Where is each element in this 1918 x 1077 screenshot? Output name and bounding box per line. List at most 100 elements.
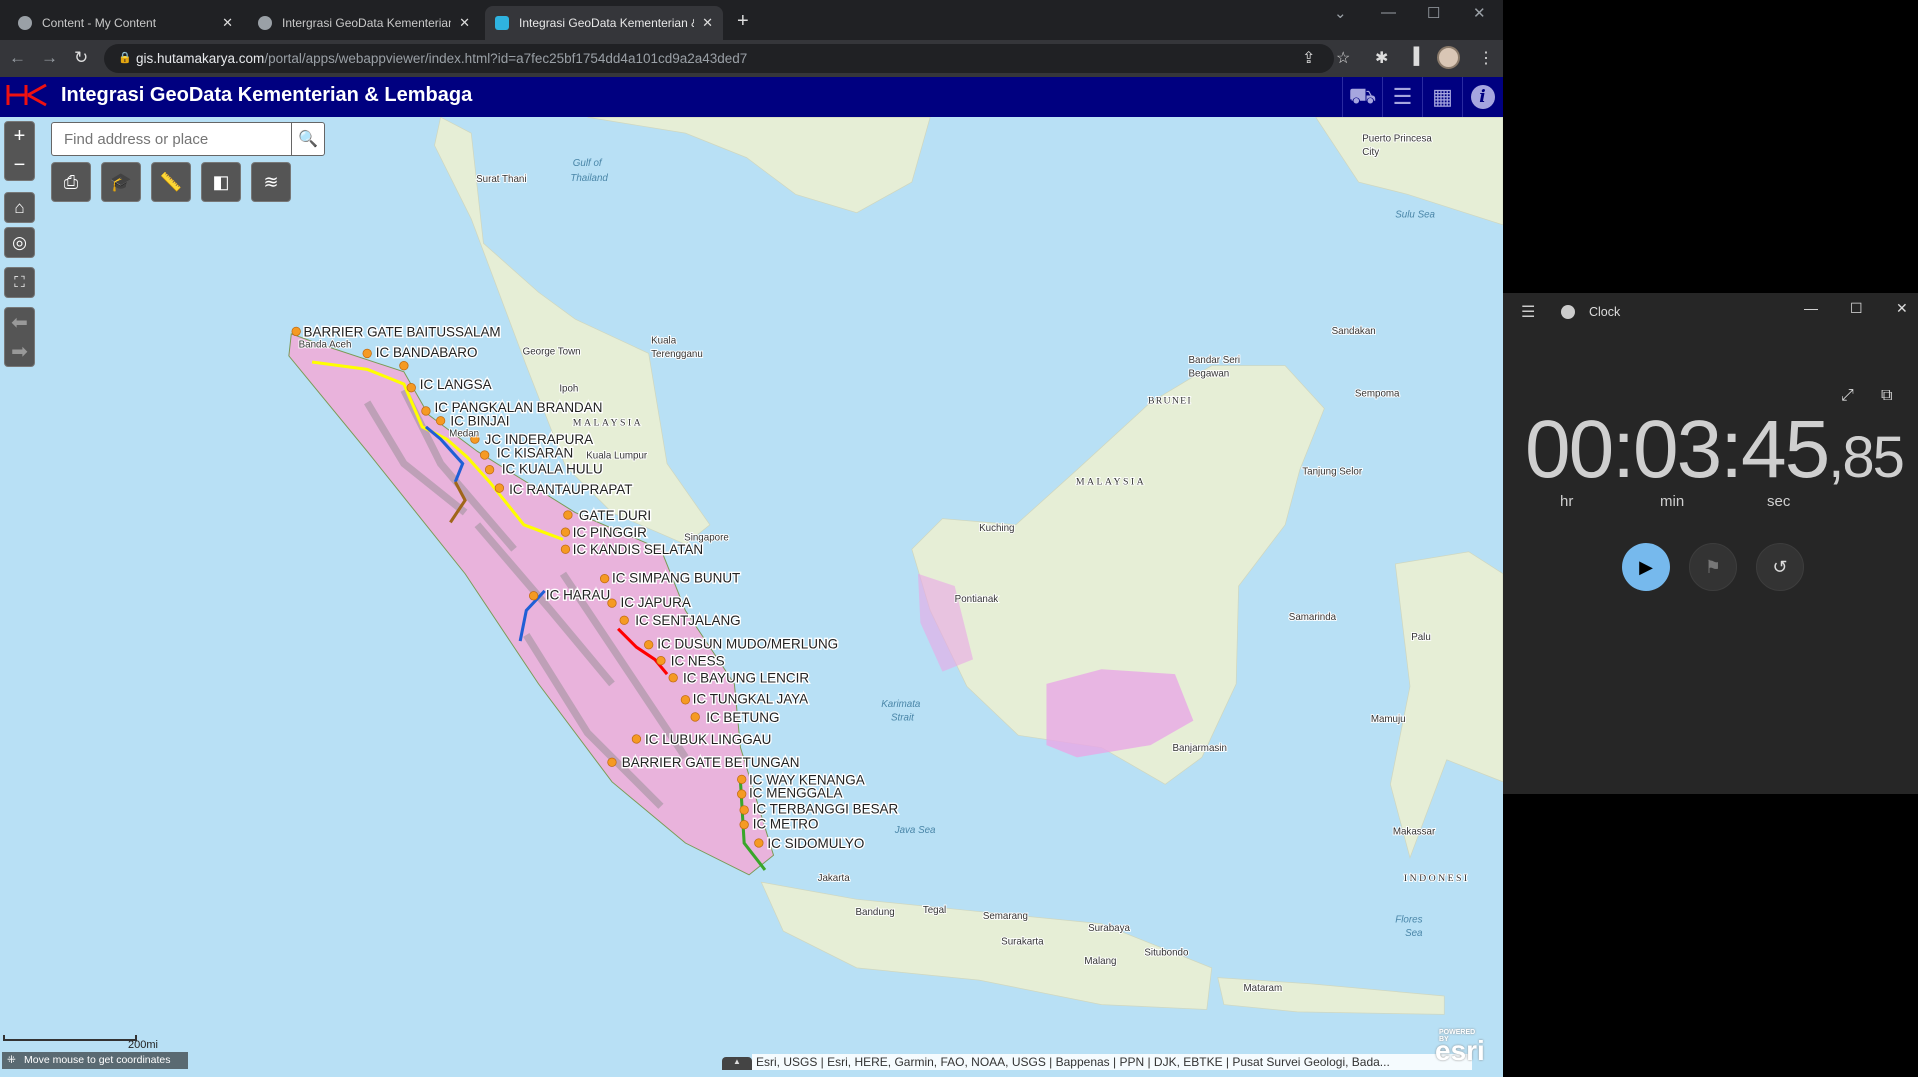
place-label: Situbondo xyxy=(1144,948,1189,959)
zoom-in-button[interactable]: + xyxy=(14,125,26,148)
search-input[interactable] xyxy=(52,123,292,155)
locate-button[interactable]: ◎ xyxy=(4,227,35,258)
reset-icon: ↺ xyxy=(1772,556,1788,577)
menu-kebab-icon[interactable]: ⋮ xyxy=(1478,48,1494,68)
tab-integrasi-active[interactable]: Integrasi GeoData Kementerian & Lembaga✕ xyxy=(485,6,723,40)
lap-button[interactable]: ⚑ xyxy=(1689,543,1737,591)
toll-label: IC BANDABARO xyxy=(376,345,478,360)
bookmark-star-icon[interactable]: ☆ xyxy=(1336,48,1350,68)
app-title: Integrasi GeoData Kementerian & Lembaga xyxy=(61,84,473,106)
water-label: Strait xyxy=(891,713,915,724)
place-label: Mamuju xyxy=(1371,714,1406,725)
attribution-toggle[interactable]: ▲ xyxy=(722,1057,752,1070)
water-label: Karimata xyxy=(881,699,921,710)
clock-close-button[interactable]: ✕ xyxy=(1896,300,1908,317)
add-data-button[interactable]: ⛟ xyxy=(1342,77,1382,117)
legend-button[interactable]: ☰ xyxy=(1382,77,1422,117)
tab-search-icon[interactable]: ⌄ xyxy=(1334,4,1347,22)
tab-content[interactable]: Content - My Content ✕ xyxy=(8,6,243,40)
country-label: MALAYSIA xyxy=(573,418,643,429)
unit-minutes: min xyxy=(1660,493,1685,510)
minimize-button[interactable]: — xyxy=(1381,4,1396,21)
clock-maximize-button[interactable]: ☐ xyxy=(1850,300,1863,317)
place-label: Puerto Princesa xyxy=(1362,134,1432,145)
info-icon: i xyxy=(1470,85,1495,109)
edu-layer-button[interactable]: 🎓 xyxy=(101,162,141,202)
map-view[interactable]: BARRIER GATE BAITUSSALAM IC BANDABARO IC… xyxy=(0,117,1503,1077)
clock-app-icon xyxy=(1561,305,1575,319)
list-icon: ☰ xyxy=(1392,84,1413,109)
place-label: Palu xyxy=(1411,632,1431,643)
maximize-button[interactable]: ☐ xyxy=(1427,4,1440,22)
next-extent-button[interactable]: ➡ xyxy=(11,339,28,364)
swipe-button[interactable]: ◧ xyxy=(201,162,241,202)
toll-label: IC KISARAN xyxy=(497,445,573,460)
unit-seconds: sec xyxy=(1767,493,1791,510)
place-label: Pontianak xyxy=(955,594,999,605)
stopwatch-time: 00:03:45,85 xyxy=(1525,404,1905,495)
add-map-icon: ⛟ xyxy=(1348,82,1377,108)
start-button[interactable]: ▶ xyxy=(1622,543,1670,591)
hamburger-menu-icon[interactable]: ☰ xyxy=(1521,302,1535,322)
place-label: Kuala xyxy=(651,336,677,347)
arcgis-icon xyxy=(495,16,509,30)
reload-button[interactable]: ↻ xyxy=(74,48,88,68)
reset-button[interactable]: ↺ xyxy=(1756,543,1804,591)
toll-label: IC SENTJALANG xyxy=(635,613,740,628)
close-tab-icon[interactable]: ✕ xyxy=(459,15,470,31)
place-label: George Town xyxy=(523,347,581,358)
water-label: Gulf of xyxy=(573,158,603,169)
profile-avatar[interactable] xyxy=(1437,46,1460,69)
place-label: Jakarta xyxy=(818,873,851,884)
toll-label: IC KUALA HULU xyxy=(502,461,603,476)
clock-minimize-button[interactable]: — xyxy=(1804,300,1818,316)
place-label: Sempoma xyxy=(1355,388,1400,399)
about-button[interactable]: i xyxy=(1462,77,1502,117)
toll-label: IC SIDOMULYO xyxy=(767,836,864,851)
toll-label: IC TERBANGGI BESAR xyxy=(753,802,899,817)
flag-icon: ⚑ xyxy=(1704,556,1722,577)
scale-bar xyxy=(3,1035,137,1041)
toll-label: IC BINJAI xyxy=(450,414,509,429)
search-button[interactable]: 🔍 xyxy=(291,123,324,155)
side-panel-icon[interactable]: ▐ xyxy=(1408,48,1419,66)
extensions-icon[interactable]: ✱ xyxy=(1375,48,1388,68)
forward-button[interactable]: → xyxy=(41,48,58,68)
place-label: Tanjung Selor xyxy=(1302,467,1363,478)
toll-label: IC MENGGALA xyxy=(749,786,842,801)
back-button[interactable]: ← xyxy=(9,48,26,68)
share-icon[interactable]: ⇪ xyxy=(1302,48,1315,68)
place-label: Kuala Lumpur xyxy=(586,451,648,462)
place-label: Terengganu xyxy=(651,349,703,360)
measurement-button[interactable]: 📏 xyxy=(151,162,191,202)
place-label: Banda Aceh xyxy=(299,339,352,350)
place-label: Malang xyxy=(1084,956,1116,967)
layer-list-button[interactable]: ≋ xyxy=(251,162,291,202)
fullscreen-button[interactable]: ⛶ xyxy=(4,267,35,298)
tab-bar: Content - My Content ✕ Intergrasi GeoData… xyxy=(0,0,1503,40)
app-header: Integrasi GeoData Kementerian & Lembaga … xyxy=(0,77,1503,117)
home-icon: ⌂ xyxy=(14,197,25,217)
new-tab-button[interactable]: + xyxy=(737,10,749,33)
toll-label: IC BAYUNG LENCIR xyxy=(683,671,809,686)
place-label: Bandar Seri xyxy=(1188,355,1240,366)
close-tab-icon[interactable]: ✕ xyxy=(222,15,233,31)
place-label: Semarang xyxy=(983,911,1028,922)
tab-intergrasi[interactable]: Intergrasi GeoData Kementerian & Lembaga… xyxy=(248,6,480,40)
toll-label: IC DUSUN MUDO/MERLUNG xyxy=(657,636,838,651)
toll-label: IC BETUNG xyxy=(706,710,779,725)
previous-extent-button[interactable]: ⬅ xyxy=(11,310,28,335)
close-tab-icon[interactable]: ✕ xyxy=(702,15,713,31)
place-label: Makassar xyxy=(1393,826,1436,837)
address-bar[interactable]: 🔒 gis.hutamakarya.com/portal/apps/webappv… xyxy=(104,44,1334,73)
place-label: Begawan xyxy=(1188,369,1229,380)
basemap-gallery-button[interactable]: ▦ xyxy=(1422,77,1462,117)
water-label: Sea xyxy=(1405,928,1423,939)
globe-icon xyxy=(258,16,272,30)
close-window-button[interactable]: ✕ xyxy=(1473,4,1486,22)
zoom-out-button[interactable]: − xyxy=(14,154,26,177)
print-button[interactable]: ⎙ xyxy=(51,162,91,202)
home-button[interactable]: ⌂ xyxy=(4,192,35,223)
coordinate-widget[interactable]: ⁜ Move mouse to get coordinates xyxy=(2,1052,188,1069)
place-label: Medan xyxy=(449,429,479,440)
